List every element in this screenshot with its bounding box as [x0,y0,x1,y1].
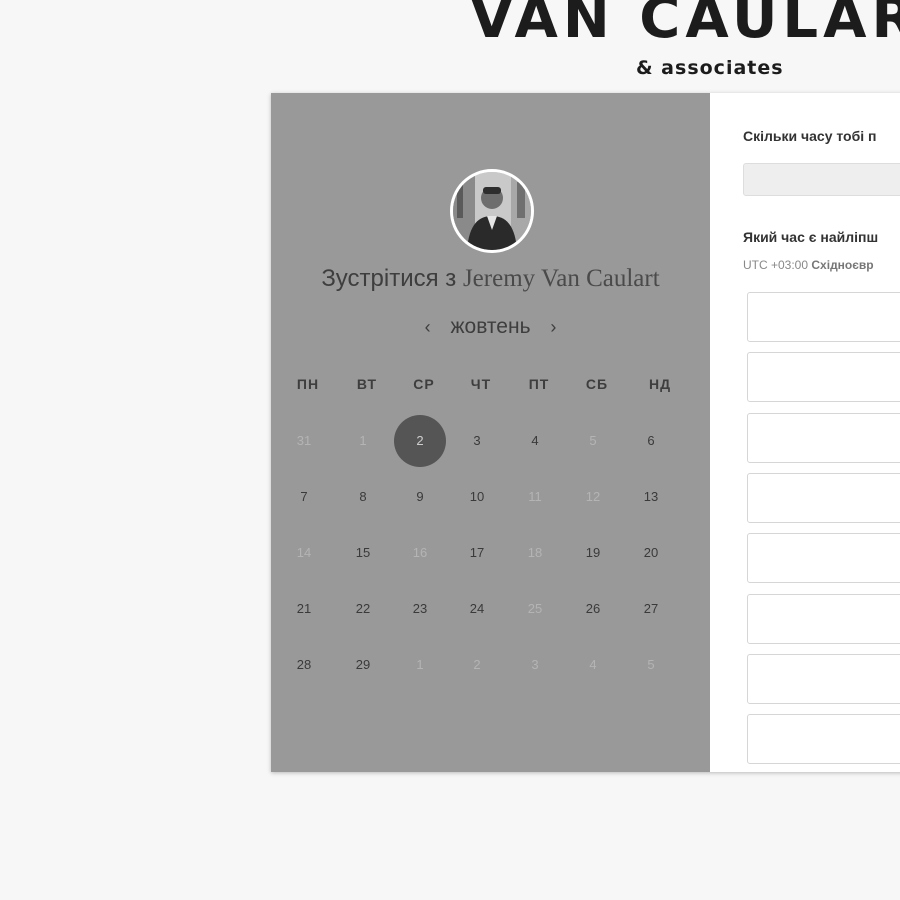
host-photo-icon [453,172,531,250]
timezone-label: UTC +03:00 Східноєвр [743,258,900,272]
calendar-day: 1 [359,433,367,448]
calendar-day[interactable]: 29 [337,639,389,691]
weekday-header: ПН ВТ СР ЧТ ПТ СБ НД [275,376,706,396]
calendar-day[interactable]: 8 [337,471,389,523]
duration-select[interactable] [743,163,900,196]
calendar-day: 25 [527,601,543,616]
calendar-day[interactable]: 6 [625,415,677,467]
meet-title: Зустрітися з Jeremy Van Caulart [271,265,710,293]
weekday-label: ВТ [356,376,378,392]
time-slot-button[interactable] [747,292,900,342]
calendar-day: 14 [296,545,312,560]
timezone-name: Східноєвр [811,258,874,272]
host-avatar [450,169,534,253]
month-label: жовтень [450,315,531,338]
calendar-day: 11 [528,489,542,504]
calendar-day: 2 [473,657,481,672]
calendar-day[interactable]: 10 [451,471,503,523]
brand-logo-text: VAN CAULAR [470,0,900,51]
brand-header: VAN CAULAR & associates [0,0,900,90]
calendar-day[interactable]: 7 [278,471,330,523]
time-slot-button[interactable] [747,593,900,644]
calendar-day: 5 [589,433,597,448]
time-question: Який час є найліпш [743,229,879,245]
calendar-day[interactable]: 17 [451,527,503,579]
calendar-day: 18 [527,545,543,560]
calendar-day: 12 [585,489,601,504]
calendar-day: 3 [531,657,539,672]
weekday-label: ПТ [528,376,550,392]
time-slot-button[interactable] [747,472,900,523]
calendar-day: 5 [647,657,655,672]
time-slot-button[interactable] [747,653,900,704]
weekday-label: СР [413,376,435,392]
weekday-label: СБ [585,376,609,392]
timezone-offset: UTC +03:00 [743,258,809,272]
calendar-day: 1 [416,657,424,672]
calendar-day: 31 [296,433,312,448]
form-panel: Скільки часу тобі п Який час є найліпш U… [710,93,900,772]
calendar-day-selected[interactable]: 2 [394,415,446,467]
next-month-button[interactable]: › [536,317,570,337]
duration-question: Скільки часу тобі п [743,128,877,144]
calendar-day[interactable]: 27 [625,583,677,635]
calendar-day[interactable]: 13 [625,471,677,523]
calendar-day[interactable]: 15 [337,527,389,579]
host-name: Jeremy Van Caulart [462,265,660,292]
calendar-day[interactable]: 20 [625,527,677,579]
weekday-label: ЧТ [470,376,492,392]
time-slot-button[interactable] [747,714,900,765]
month-navigation: ‹ жовтень › [271,315,710,339]
calendar-day[interactable]: 28 [278,639,330,691]
brand-tagline: & associates [636,57,784,79]
time-slot-button[interactable] [747,533,900,584]
calendar-day[interactable]: 24 [451,583,503,635]
calendar-day[interactable]: 23 [394,583,446,635]
booking-card: Зустрітися з Jeremy Van Caulart ‹ жовтен… [271,93,900,772]
calendar-day[interactable]: 4 [509,415,561,467]
weekday-label: НД [648,376,672,392]
calendar-day[interactable]: 21 [278,583,330,635]
prev-month-button[interactable]: ‹ [411,317,445,337]
calendar-day: 16 [412,545,428,560]
weekday-label: ПН [296,376,320,392]
calendar-day: 4 [589,657,597,672]
calendar-day[interactable]: 9 [394,471,446,523]
calendar-day[interactable]: 26 [567,583,619,635]
calendar-day[interactable]: 22 [337,583,389,635]
time-slot-button[interactable] [747,352,900,403]
time-slot-button[interactable] [747,412,900,463]
meet-prefix: Зустрітися з [321,265,457,292]
calendar-panel: Зустрітися з Jeremy Van Caulart ‹ жовтен… [271,93,710,772]
calendar-day[interactable]: 19 [567,527,619,579]
calendar-day[interactable]: 3 [451,415,503,467]
